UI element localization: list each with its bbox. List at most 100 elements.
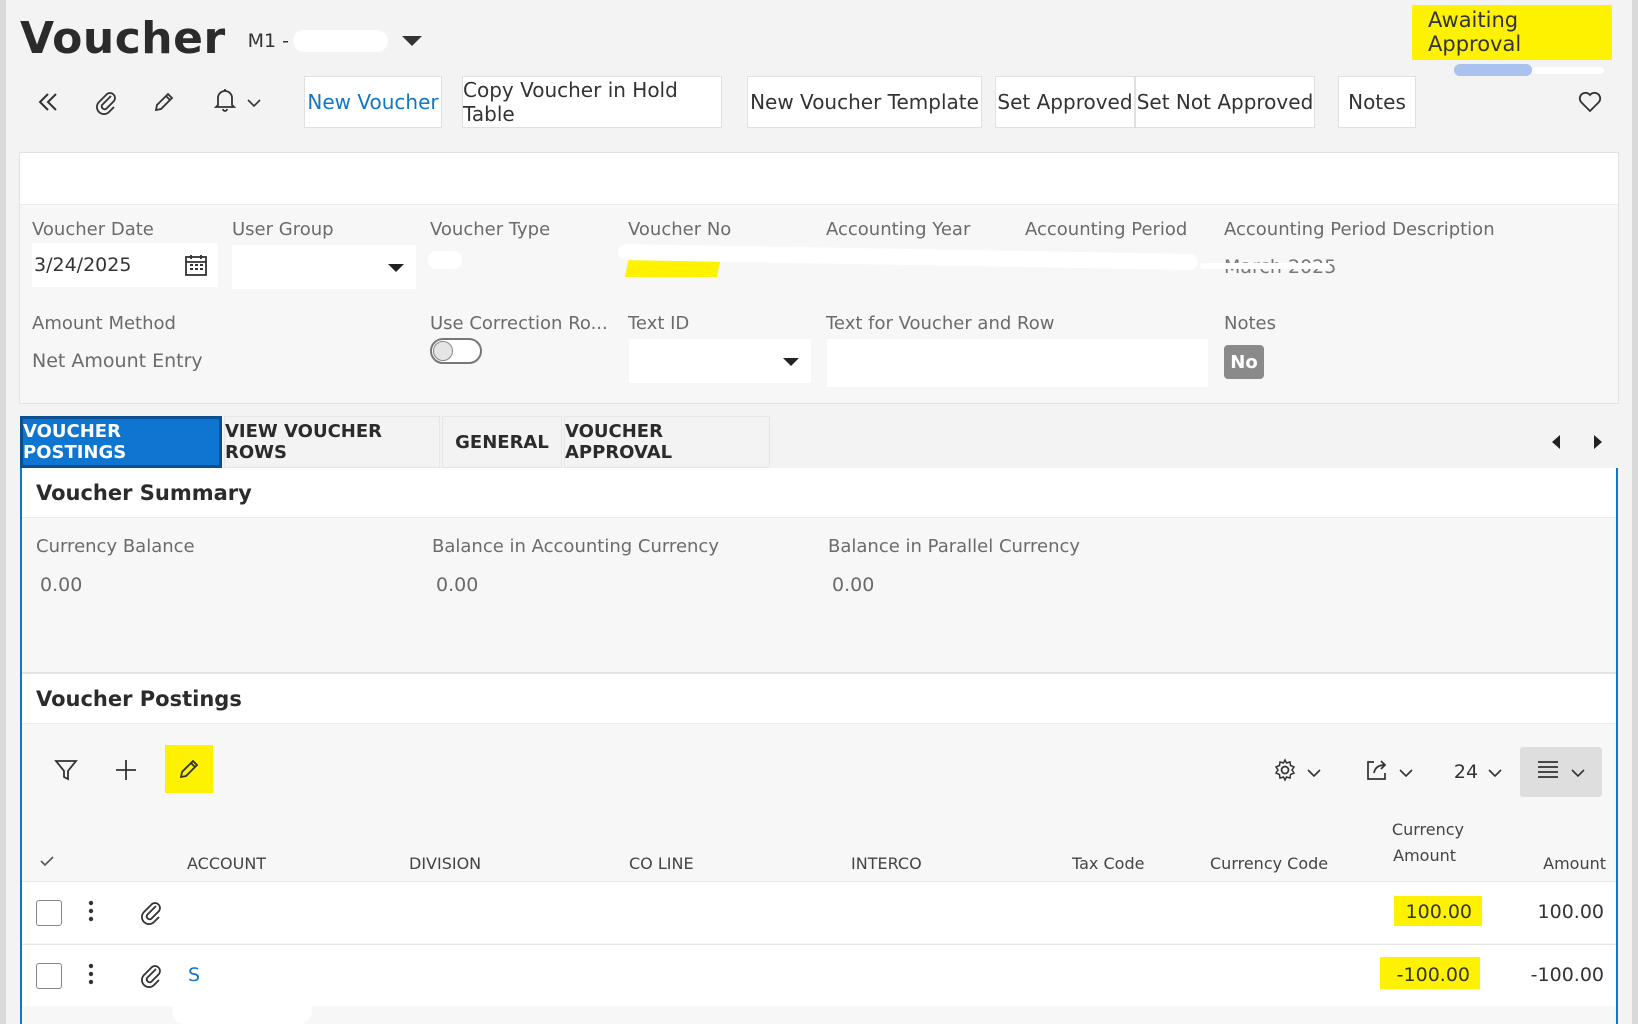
gear-icon	[1273, 758, 1297, 786]
view-mode-button[interactable]	[1520, 747, 1602, 797]
edit-rows-pencil-icon[interactable]	[165, 745, 213, 793]
text-id-field: Text ID	[628, 313, 689, 334]
balance-parallel-value: 0.00	[832, 574, 875, 596]
filter-icon[interactable]	[42, 746, 90, 794]
page-header: Voucher M1 -	[20, 4, 423, 64]
accounting-period-label: Accounting Period	[1025, 219, 1188, 240]
set-not-approved-button[interactable]: Set Not Approved	[1135, 76, 1315, 128]
currency-amount-cell: -100.00	[1396, 964, 1470, 986]
bell-icon	[213, 87, 237, 117]
add-icon[interactable]	[102, 746, 150, 794]
column-header-currency-amount-line2[interactable]: Amount	[1382, 846, 1456, 865]
status-progress-remainder	[1532, 67, 1604, 74]
notes-badge[interactable]: No	[1224, 345, 1264, 379]
set-approved-button[interactable]: Set Approved	[995, 76, 1135, 128]
command-toolbar: New Voucher Copy Voucher in Hold Table N…	[20, 76, 1620, 128]
chevron-down-icon	[1571, 763, 1585, 782]
text-voucher-row-input[interactable]	[827, 339, 1208, 387]
use-correction-toggle[interactable]	[430, 338, 482, 364]
column-header-currency-amount-line1[interactable]: Currency	[1382, 820, 1464, 839]
balance-parallel-label: Balance in Parallel Currency	[828, 536, 1081, 557]
redacted-record-name	[293, 30, 389, 52]
table-row[interactable]: S -100.00 -100.00	[22, 944, 1616, 1006]
tab-general[interactable]: GENERAL	[442, 416, 562, 468]
list-view-icon	[1537, 760, 1559, 784]
text-id-select[interactable]	[629, 339, 811, 383]
notes-button[interactable]: Notes	[1338, 76, 1416, 128]
tab-voucher-postings[interactable]: VOUCHER POSTINGS	[20, 416, 222, 468]
toggle-knob	[433, 341, 453, 361]
user-group-field: User Group	[232, 219, 334, 240]
user-group-select[interactable]	[232, 245, 416, 289]
redaction-mark	[1200, 263, 1330, 269]
row-menu-icon[interactable]	[88, 963, 94, 989]
tab-scroll-right-icon[interactable]	[1588, 432, 1608, 452]
row-checkbox[interactable]	[36, 963, 62, 989]
status-progress-fill	[1454, 64, 1532, 76]
accounting-year-field: Accounting Year	[826, 219, 970, 240]
double-chevron-left-icon[interactable]	[28, 84, 68, 120]
voucher-type-field: Voucher Type	[430, 219, 550, 240]
redacted-currency-code	[1206, 963, 1280, 991]
caret-down-icon	[388, 264, 404, 272]
export-menu[interactable]	[1357, 748, 1421, 796]
status-label: Awaiting Approval	[1412, 5, 1612, 60]
page-title: Voucher	[20, 13, 226, 64]
column-header-division[interactable]: DIVISION	[409, 854, 481, 873]
amount-method-field: Amount Method Net Amount Entry	[32, 313, 203, 372]
redaction-mark	[172, 998, 312, 1024]
voucher-date-input[interactable]: 3/24/2025	[32, 243, 218, 287]
column-header-interco[interactable]: INTERCO	[851, 854, 922, 873]
tab-scroll-left-icon[interactable]	[1546, 432, 1566, 452]
notes-field: Notes	[1224, 313, 1276, 334]
window-frame-left	[0, 0, 6, 1024]
tab-voucher-approval[interactable]: VOUCHER APPROVAL	[564, 416, 770, 468]
currency-balance-value: 0.00	[40, 574, 83, 596]
row-menu-icon[interactable]	[88, 900, 94, 926]
redacted-currency-code	[1208, 902, 1274, 926]
text-voucher-row-label: Text for Voucher and Row	[826, 313, 1055, 334]
tab-view-voucher-rows[interactable]: VIEW VOUCHER ROWS	[224, 416, 440, 468]
paperclip-icon[interactable]	[86, 84, 126, 120]
copy-voucher-hold-button[interactable]: Copy Voucher in Hold Table	[462, 76, 722, 128]
user-group-label: User Group	[232, 219, 334, 240]
voucher-postings-title: Voucher Postings	[36, 687, 242, 711]
notifications-menu[interactable]	[202, 84, 272, 120]
new-voucher-button[interactable]: New Voucher	[304, 76, 442, 128]
column-header-currency-code[interactable]: Currency Code	[1210, 854, 1328, 873]
amount-method-value: Net Amount Entry	[32, 350, 203, 372]
column-header-account[interactable]: ACCOUNT	[187, 854, 266, 873]
row-attachment-icon[interactable]	[140, 899, 162, 929]
amount-cell: -100.00	[1530, 964, 1604, 986]
chevron-down-icon	[1307, 763, 1321, 782]
new-voucher-template-button[interactable]: New Voucher Template	[747, 76, 982, 128]
notes-label: Notes	[1224, 313, 1276, 334]
settings-menu[interactable]	[1262, 748, 1332, 796]
column-header-tax-code[interactable]: Tax Code	[1072, 854, 1144, 873]
column-header-amount[interactable]: Amount	[1522, 854, 1606, 873]
heart-icon[interactable]	[1570, 84, 1610, 120]
accounting-period-description-label: Accounting Period Description	[1224, 219, 1495, 240]
page-size-menu[interactable]: 24	[1446, 748, 1510, 796]
window-frame-right	[1632, 0, 1638, 1024]
select-all-check-icon[interactable]	[40, 852, 54, 871]
account-link[interactable]: S	[188, 964, 200, 986]
pencil-icon[interactable]	[144, 84, 184, 120]
export-icon	[1365, 758, 1389, 786]
caret-down-icon	[783, 358, 799, 366]
calendar-icon[interactable]	[184, 253, 208, 281]
caret-down-icon[interactable]	[402, 36, 423, 46]
chevron-down-icon	[1399, 763, 1413, 782]
record-selector[interactable]: M1 -	[248, 30, 423, 52]
column-header-co-line[interactable]: CO LINE	[629, 854, 694, 873]
page-size-value: 24	[1453, 761, 1479, 783]
accounting-period-field: Accounting Period	[1025, 219, 1187, 240]
text-voucher-row-field: Text for Voucher and Row	[826, 313, 1054, 334]
chevron-down-icon	[1488, 763, 1502, 782]
voucher-summary-title: Voucher Summary	[36, 481, 252, 505]
table-row[interactable]: 100.00 100.00	[22, 881, 1616, 943]
tab-strip: VOUCHER POSTINGS VIEW VOUCHER ROWS GENER…	[20, 416, 772, 468]
row-attachment-icon[interactable]	[140, 962, 162, 992]
currency-balance-label: Currency Balance	[36, 536, 195, 557]
row-checkbox[interactable]	[36, 900, 62, 926]
